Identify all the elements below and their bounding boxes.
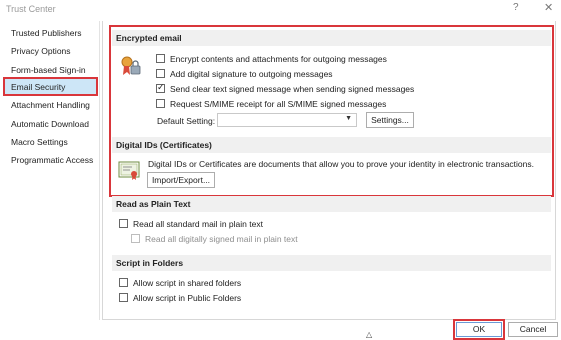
resize-grip-icon: △ bbox=[366, 330, 373, 339]
window-title: Trust Center bbox=[6, 4, 56, 14]
sidebar: Trusted Publishers Privacy Options Form-… bbox=[3, 21, 100, 320]
close-icon[interactable]: ✕ bbox=[544, 1, 553, 14]
sidebar-item-trusted-publishers[interactable]: Trusted Publishers bbox=[11, 25, 82, 41]
cancel-button[interactable]: Cancel bbox=[508, 322, 558, 337]
script-folders-heading: Script in Folders bbox=[112, 255, 551, 271]
sidebar-item-macro-settings[interactable]: Macro Settings bbox=[11, 134, 68, 150]
read-signed-plain-text-label: Read all digitally signed mail in plain … bbox=[145, 234, 298, 244]
read-plain-text-heading: Read as Plain Text bbox=[112, 196, 551, 212]
sidebar-item-automatic-download[interactable]: Automatic Download bbox=[11, 116, 89, 132]
read-standard-plain-text-checkbox[interactable] bbox=[119, 219, 128, 228]
allow-script-shared-checkbox[interactable] bbox=[119, 278, 128, 287]
highlight-encrypted-email-region bbox=[109, 25, 554, 197]
highlight-ok-button bbox=[453, 319, 505, 340]
allow-script-public-label: Allow script in Public Folders bbox=[133, 293, 242, 303]
read-standard-plain-text-label: Read all standard mail in plain text bbox=[133, 219, 263, 229]
highlight-email-security bbox=[3, 77, 98, 96]
sidebar-item-form-based-sign-in[interactable]: Form-based Sign-in bbox=[11, 62, 86, 78]
read-signed-plain-text-checkbox[interactable] bbox=[131, 234, 140, 243]
help-icon[interactable]: ? bbox=[513, 2, 519, 13]
title-bar: Trust Center ? ✕ bbox=[0, 0, 561, 22]
allow-script-shared-label: Allow script in shared folders bbox=[133, 278, 242, 288]
sidebar-item-programmatic-access[interactable]: Programmatic Access bbox=[11, 152, 93, 168]
sidebar-item-privacy-options[interactable]: Privacy Options bbox=[11, 43, 71, 59]
allow-script-public-checkbox[interactable] bbox=[119, 293, 128, 302]
sidebar-item-attachment-handling[interactable]: Attachment Handling bbox=[11, 97, 90, 113]
